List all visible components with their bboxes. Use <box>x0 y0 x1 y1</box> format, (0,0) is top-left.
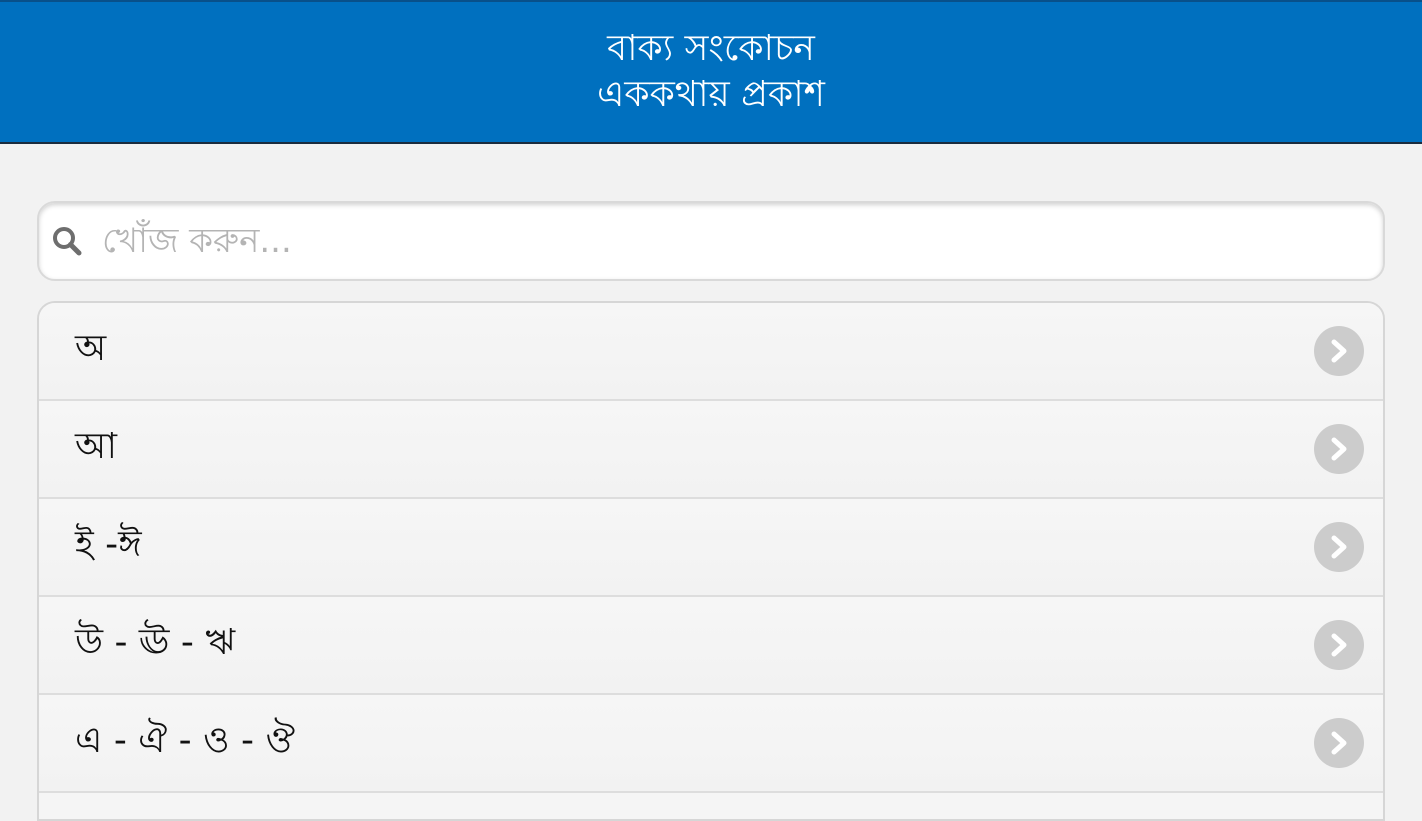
chevron-right-icon <box>1314 620 1364 670</box>
list-item[interactable]: অ <box>39 303 1383 401</box>
list-item-label: ই -ঈ <box>75 524 142 565</box>
chevron-right-icon <box>1314 718 1364 768</box>
search-bar[interactable] <box>37 201 1385 281</box>
chevron-right-icon <box>1314 424 1364 474</box>
chevron-right-icon <box>1314 522 1364 572</box>
chevron-right-icon <box>1314 326 1364 376</box>
header-subtitle: এককথায় প্রকাশ <box>597 74 825 115</box>
list-item[interactable]: ই -ঈ <box>39 499 1383 597</box>
list-item-label: এ - ঐ - ও - ঔ <box>75 720 295 761</box>
search-icon <box>50 224 84 258</box>
list-item-label: অ <box>75 328 107 369</box>
app-header: বাক্য সংকোচন এককথায় প্রকাশ <box>0 0 1422 144</box>
list-item[interactable]: উ - ঊ - ঋ <box>39 597 1383 695</box>
list-item[interactable]: এ - ঐ - ও - ঔ <box>39 695 1383 793</box>
header-title: বাক্য সংকোচন <box>607 28 815 69</box>
list-item[interactable]: আ <box>39 401 1383 499</box>
search-input[interactable] <box>102 211 1302 271</box>
list-item-label: আ <box>75 426 117 467</box>
letter-list: অ আ ই -ঈ উ - ঊ - ঋ এ - ঐ - ও - ঔ <box>37 301 1385 821</box>
list-item-label: উ - ঊ - ঋ <box>75 622 236 663</box>
